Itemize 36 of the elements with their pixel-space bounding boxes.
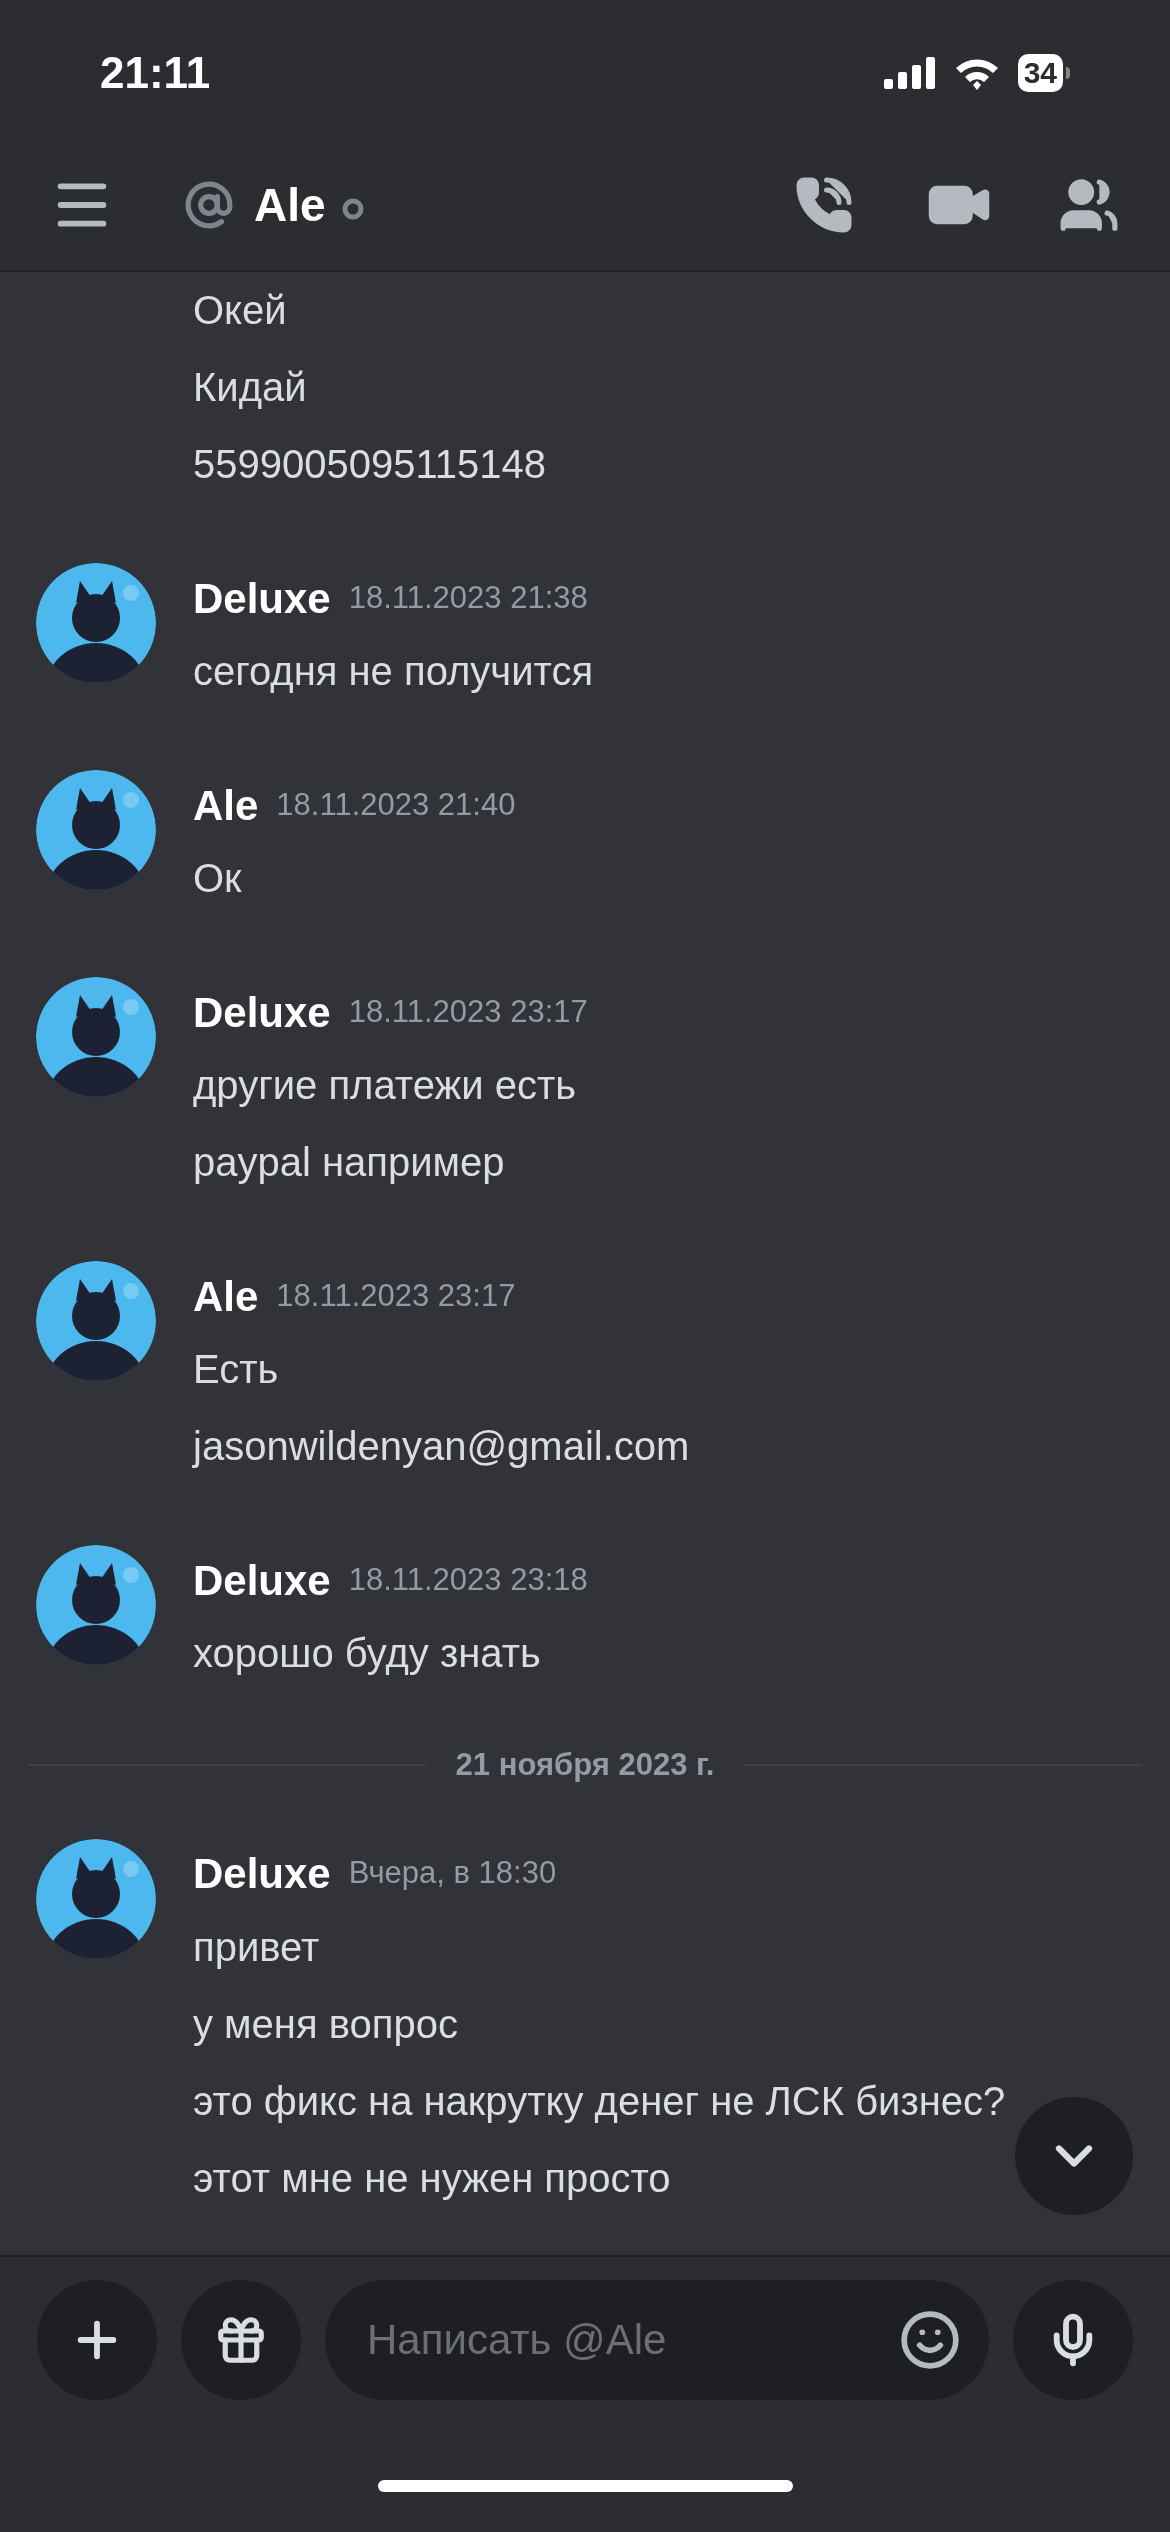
- message-text: это фикс на накрутку денег не ЛСК бизнес?: [193, 2077, 1006, 2125]
- message-text: Есть: [193, 1346, 280, 1393]
- phone-icon[interactable]: [794, 175, 854, 235]
- message-text: у меня вопрос: [193, 2000, 459, 2048]
- message-input[interactable]: Написать @Ale: [325, 2280, 989, 2400]
- message-text: Ок: [193, 855, 243, 902]
- message-text: хорошо буду знать: [193, 1630, 542, 1677]
- channel-title[interactable]: Ale: [254, 170, 326, 240]
- author-name[interactable]: Deluxe: [193, 980, 331, 1044]
- status-icon: [341, 198, 364, 220]
- message-text: Окей: [193, 287, 288, 334]
- author-name[interactable]: Ale: [193, 773, 259, 837]
- message-text: 5599005095115148: [193, 441, 547, 488]
- timestamp: 18.11.2023 21:38: [348, 578, 588, 617]
- at-sign-icon: [184, 180, 234, 230]
- message-text: Кидай: [193, 364, 308, 411]
- timestamp: 18.11.2023 21:40: [276, 785, 516, 824]
- date-divider-label: 21 ноября 2023 г.: [455, 1746, 715, 1784]
- author-name[interactable]: Deluxe: [193, 1842, 331, 1905]
- author-name[interactable]: Ale: [193, 1264, 259, 1328]
- timestamp: 18.11.2023 23:17: [348, 992, 588, 1031]
- timestamp: 18.11.2023 23:17: [276, 1276, 516, 1315]
- timestamp: 18.11.2023 23:18: [348, 1560, 588, 1599]
- signal-icon: [883, 56, 936, 89]
- message-text: другие платежи есть: [193, 1062, 578, 1109]
- emoji-icon[interactable]: [899, 2309, 961, 2371]
- author-name[interactable]: Deluxe: [193, 1548, 331, 1612]
- message-text: привет: [193, 1923, 321, 1971]
- message-text: jasonwildenyan@gmail.com: [193, 1423, 690, 1470]
- message-text: этот мне не нужен просто: [193, 2154, 672, 2202]
- author-name[interactable]: Deluxe: [193, 566, 331, 630]
- timestamp: Вчера, в 18:30: [348, 1854, 557, 1893]
- battery-level: 34: [1017, 53, 1063, 92]
- status-time: 21:11: [100, 46, 211, 99]
- message-text: paypal например: [193, 1139, 506, 1186]
- message-text: сегодня не получится: [193, 648, 594, 695]
